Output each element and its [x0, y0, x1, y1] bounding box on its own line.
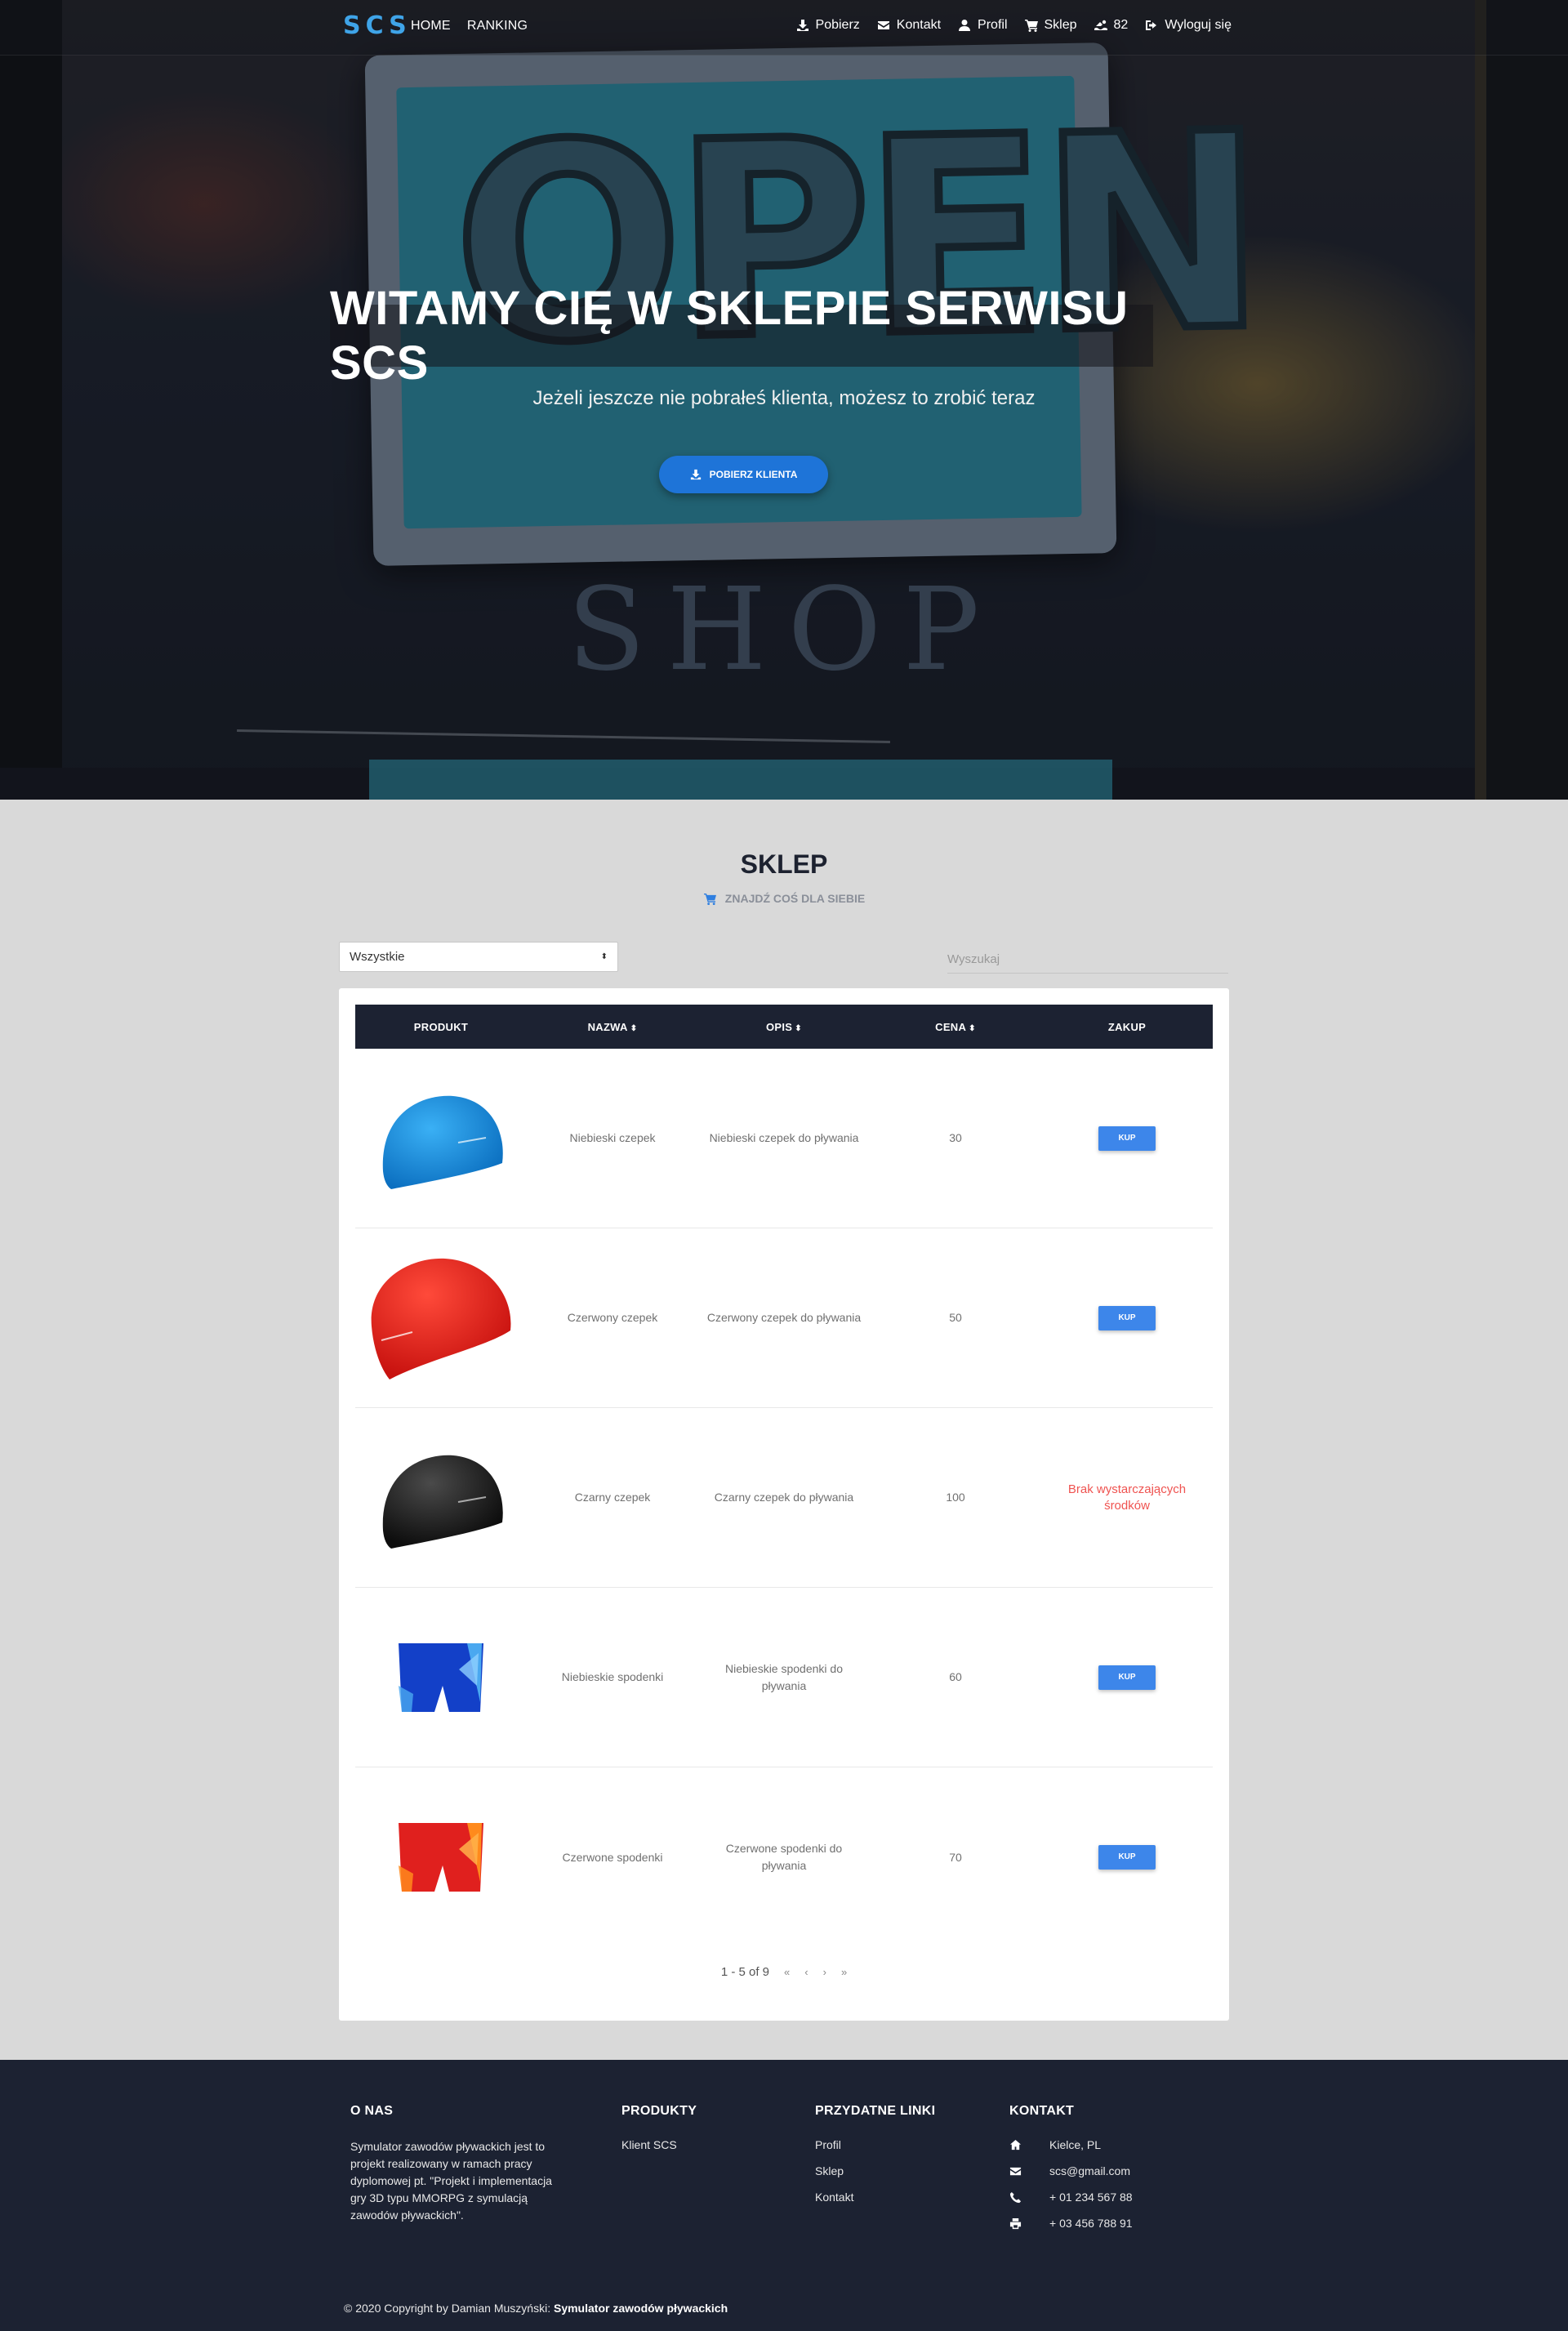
shop-subtitle: ZNAJDŹ COŚ DLA SIEBIE — [0, 892, 1568, 905]
product-name: Czerwony czepek — [567, 1311, 658, 1324]
product-price: 50 — [949, 1311, 962, 1324]
hero-title-box: WITAMY CIĘ W SKLEPIE SERWISU SCS — [330, 282, 1153, 390]
contact-email: scs@gmail.com — [1009, 2164, 1133, 2177]
column-header-product: PRODUKT — [413, 1020, 469, 1033]
envelope-icon — [1009, 2167, 1022, 2175]
pagination: 1 - 5 of 9 « ‹ › » — [339, 1965, 1229, 1979]
pagination-range: 1 - 5 of 9 — [720, 1965, 770, 1979]
cart-icon — [703, 893, 716, 905]
nav-home-link[interactable]: HOME — [411, 19, 451, 33]
next-page-button[interactable]: › — [823, 1966, 826, 1978]
table-header: PRODUKT NAZWA ⬍ OPIS ⬍ CENA ⬍ ZAKUP — [355, 1005, 1213, 1049]
copyright-link[interactable]: Symulator zawodów pływackich — [554, 2302, 728, 2315]
search-input[interactable]: Wyszukaj — [947, 947, 1228, 974]
envelope-icon — [877, 21, 889, 29]
buy-button[interactable]: KUP — [1098, 1845, 1156, 1870]
nav-points-badge[interactable]: 82 — [1094, 18, 1128, 33]
sort-arrows-icon: ⬍ — [600, 952, 608, 961]
nav-profile-link[interactable]: Profil — [958, 18, 1008, 33]
table-row: Czarny czepek Czarny czepek do pływania … — [355, 1408, 1213, 1588]
prev-page-button[interactable]: ‹ — [804, 1966, 808, 1978]
nav-ranking-link[interactable]: RANKING — [467, 19, 528, 33]
product-image-blue-trunks — [363, 1604, 519, 1751]
footer-link-profile[interactable]: Profil — [815, 2138, 935, 2151]
product-name: Niebieski czepek — [569, 1131, 656, 1144]
copyright: © 2020 Copyright by Damian Muszyński: Sy… — [344, 2302, 728, 2315]
sort-icon: ⬍ — [969, 1023, 976, 1033]
column-header-purchase: ZAKUP — [1107, 1020, 1147, 1033]
print-icon — [1009, 2217, 1022, 2229]
sort-icon: ⬍ — [795, 1023, 802, 1033]
category-filter-select[interactable]: Wszystkie ⬍ — [339, 942, 618, 972]
product-price: 100 — [946, 1491, 965, 1504]
product-description: Czarny czepek do pływania — [714, 1491, 854, 1504]
product-name: Czerwone spodenki — [562, 1850, 663, 1864]
products-table-card: PRODUKT NAZWA ⬍ OPIS ⬍ CENA ⬍ ZAKUP Niebies… — [339, 988, 1229, 2021]
footer-products: PRODUKTY Klient SCS — [621, 2104, 697, 2151]
product-image-red-cap — [363, 1245, 519, 1392]
column-header-name[interactable]: NAZWA ⬍ — [527, 1021, 698, 1033]
contact-address: Kielce, PL — [1009, 2138, 1133, 2151]
phone-icon — [1009, 2191, 1022, 2203]
first-page-button[interactable]: « — [784, 1966, 790, 1978]
product-name: Czarny czepek — [574, 1491, 651, 1504]
navbar: SCS HOME RANKING Pobierz Kontakt Profil … — [0, 0, 1568, 56]
product-description: Czerwony czepek do pływania — [706, 1311, 862, 1324]
nav-logout-link[interactable]: Wyloguj się — [1145, 18, 1232, 33]
user-icon — [959, 20, 971, 31]
home-icon — [1009, 2139, 1022, 2150]
product-image-red-trunks — [363, 1784, 519, 1931]
product-name: Niebieskie spodenki — [561, 1670, 664, 1683]
nav-right-links: Pobierz Kontakt Profil Sklep 82 Wyloguj … — [796, 18, 1232, 33]
table-row: Czerwone spodenki Czerwone spodenki do p… — [355, 1767, 1213, 1947]
footer-about: O NAS Symulator zawodów pływackich jest … — [350, 2104, 563, 2224]
hero-title: WITAMY CIĘ W SKLEPIE SERWISU SCS — [330, 282, 1129, 390]
hero-section: OPEN SHOP SCS HOME RANKING Pobierz Konta… — [0, 0, 1568, 800]
cart-icon — [1024, 20, 1038, 32]
footer-link-client[interactable]: Klient SCS — [621, 2138, 697, 2151]
footer-contact: KONTAKT Kielce, PL scs@gmail.com + 01 23… — [1009, 2104, 1133, 2230]
buy-button[interactable]: KUP — [1098, 1305, 1156, 1330]
download-client-button[interactable]: POBIERZ KLIENTA — [659, 456, 828, 493]
nav-contact-link[interactable]: Kontakt — [877, 18, 941, 33]
insufficient-funds-text: Brak wystarczających środków — [1067, 1482, 1187, 1513]
swimmer-icon — [1094, 20, 1107, 30]
product-image-black-cap — [363, 1424, 519, 1571]
footer-about-text: Symulator zawodów pływackich jest to pro… — [350, 2140, 552, 2222]
table-row: Niebieski czepek Niebieski czepek do pły… — [355, 1049, 1213, 1228]
sort-icon: ⬍ — [630, 1023, 638, 1033]
download-icon — [796, 20, 808, 31]
footer-useful-links: PRZYDATNE LINKI Profil Sklep Kontakt — [815, 2104, 936, 2204]
buy-button[interactable]: KUP — [1098, 1125, 1156, 1151]
footer: O NAS Symulator zawodów pływackich jest … — [0, 2060, 1568, 2331]
nav-download-link[interactable]: Pobierz — [796, 18, 860, 33]
product-price: 70 — [949, 1850, 962, 1864]
product-price: 60 — [949, 1670, 962, 1683]
product-description: Niebieski czepek do pływania — [709, 1131, 859, 1144]
shop-title: SKLEP — [740, 849, 828, 879]
table-row: Niebieskie spodenki Niebieskie spodenki … — [355, 1588, 1213, 1767]
product-image-blue-cap — [363, 1065, 519, 1212]
nav-shop-link[interactable]: Sklep — [1024, 18, 1077, 33]
table-row: Czerwony czepek Czerwony czepek do pływa… — [355, 1228, 1213, 1408]
footer-link-shop[interactable]: Sklep — [815, 2164, 935, 2177]
column-header-description[interactable]: OPIS ⬍ — [698, 1021, 870, 1033]
product-description: Niebieskie spodenki do pływania — [725, 1661, 843, 1692]
buy-button[interactable]: KUP — [1098, 1665, 1156, 1690]
hero-subtitle: Jeżeli jeszcze nie pobrałeś klienta, moż… — [532, 387, 1036, 409]
contact-phone: + 01 234 567 88 — [1009, 2191, 1133, 2204]
contact-fax: + 03 456 788 91 — [1009, 2217, 1133, 2230]
download-icon — [690, 469, 701, 480]
product-price: 30 — [949, 1131, 962, 1144]
product-description: Czerwone spodenki do pływania — [725, 1842, 843, 1872]
nav-left-links: HOME RANKING — [411, 19, 528, 33]
footer-link-contact[interactable]: Kontakt — [815, 2191, 935, 2204]
sign-out-icon — [1146, 20, 1157, 30]
site-logo[interactable]: SCS — [343, 11, 412, 40]
column-header-price[interactable]: CENA ⬍ — [870, 1021, 1041, 1033]
last-page-button[interactable]: » — [841, 1966, 847, 1978]
